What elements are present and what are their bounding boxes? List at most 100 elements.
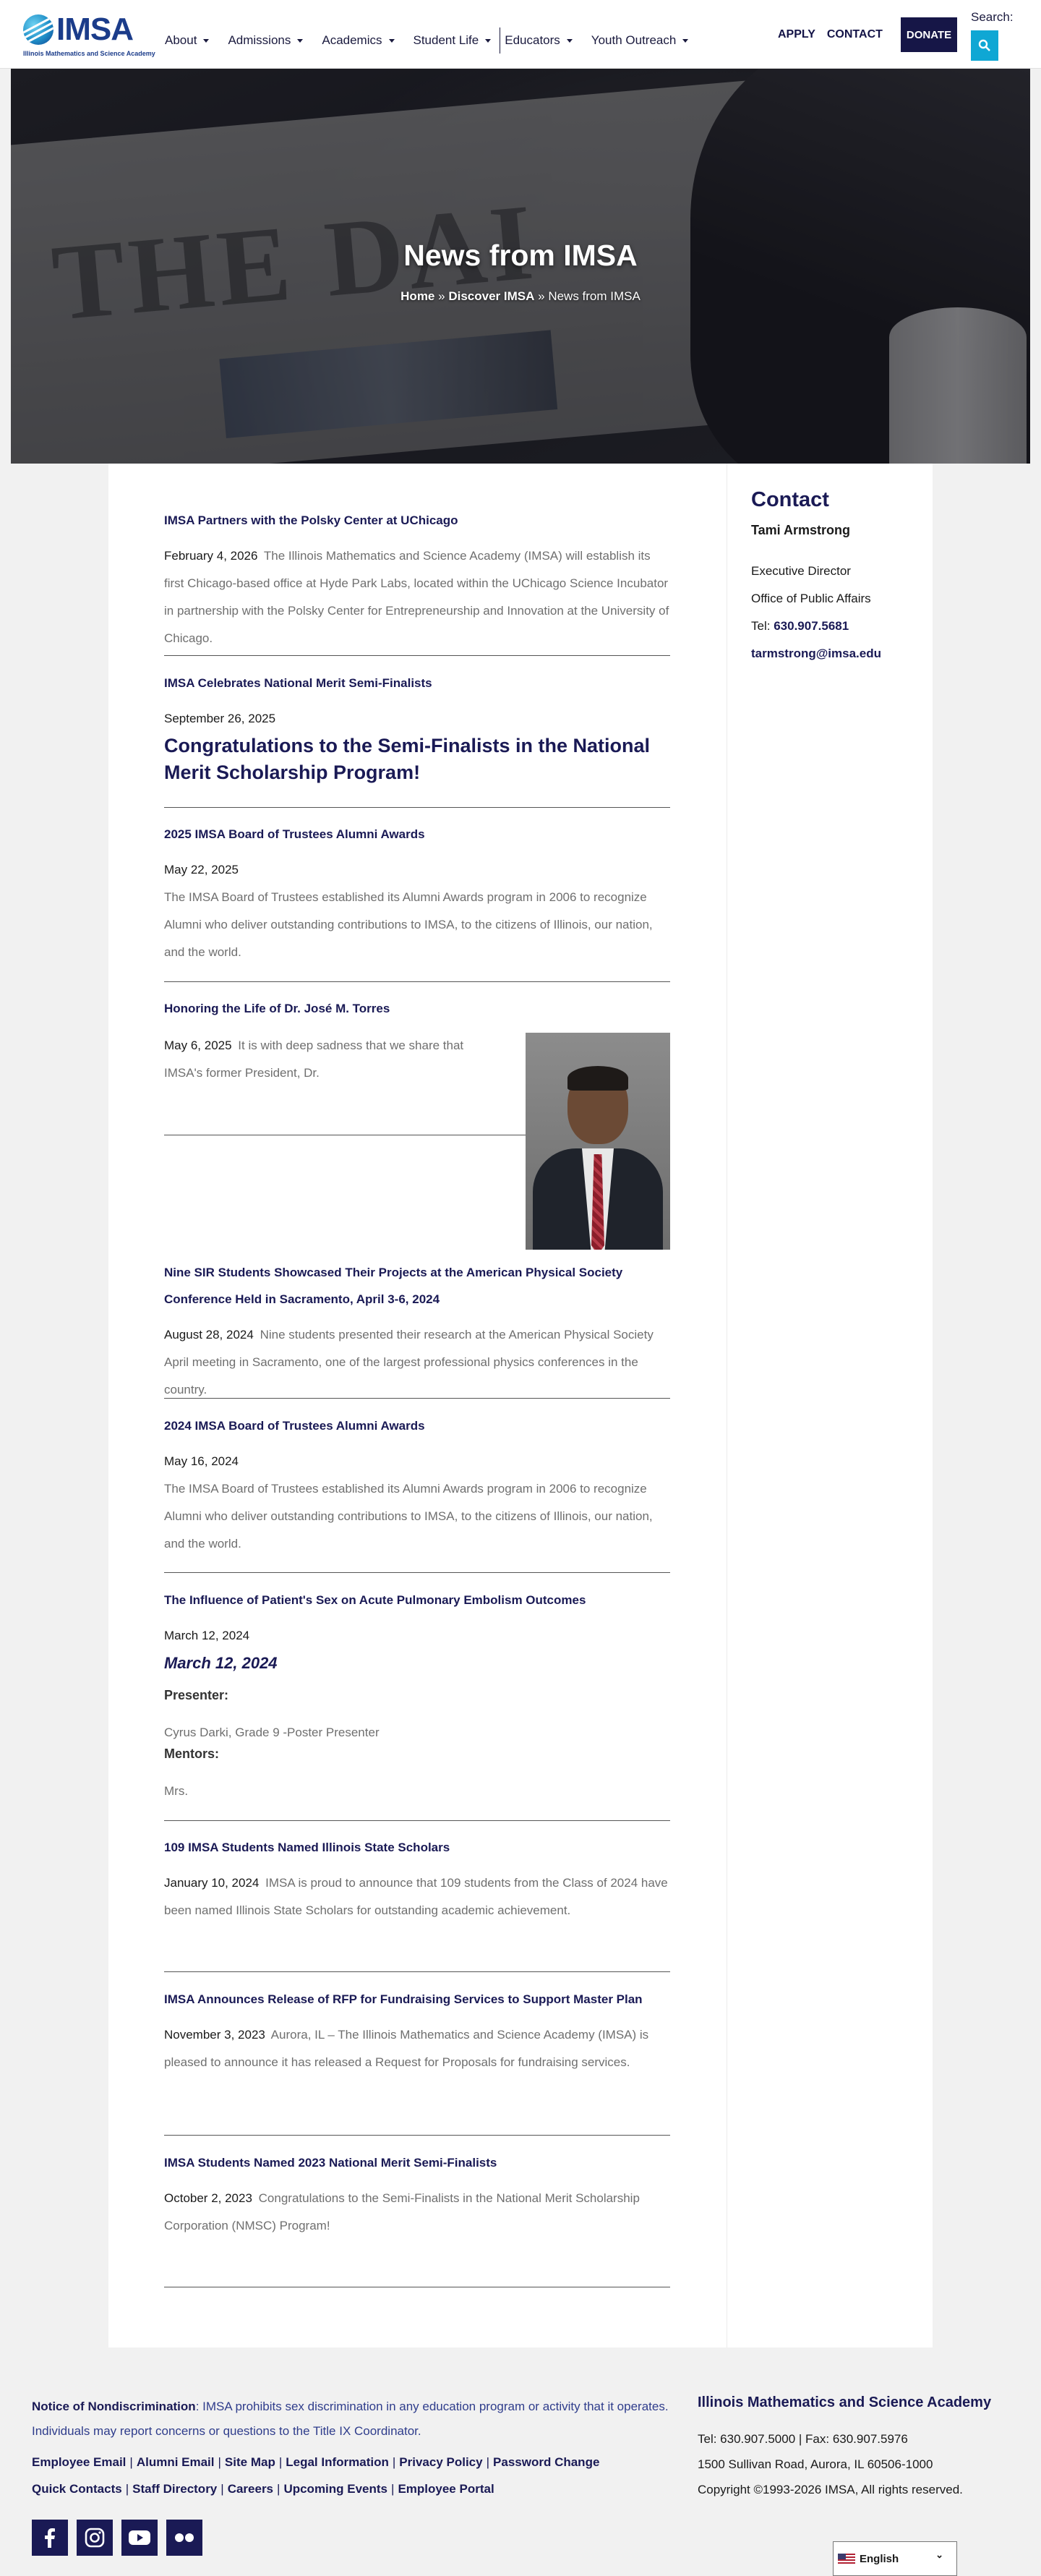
news-date: August 28, 2024 xyxy=(164,1328,254,1342)
contact-heading: Contact xyxy=(751,488,829,511)
news-item: 2025 IMSA Board of Trustees Alumni Award… xyxy=(164,821,670,966)
nav-admissions[interactable]: Admissions xyxy=(228,33,312,48)
news-date: May 6, 2025 xyxy=(164,1038,232,1052)
divider xyxy=(164,981,670,982)
chevron-down-icon: ⌄ xyxy=(935,2549,943,2560)
contact-sidebar: Contact Tami Armstrong Executive Directo… xyxy=(727,464,933,2347)
portrait-photo xyxy=(526,1033,670,1250)
news-excerpt: The IMSA Board of Trustees established i… xyxy=(164,890,653,959)
caret-down-icon xyxy=(682,38,689,43)
footer-link-quick-contacts[interactable]: Quick Contacts xyxy=(32,2482,122,2496)
contact-office: Office of Public Affairs xyxy=(751,592,871,605)
divider xyxy=(164,655,670,656)
news-excerpt: The IMSA Board of Trustees established i… xyxy=(164,1482,653,1551)
site-header: IMSA Illinois Mathematics and Science Ac… xyxy=(0,0,1041,69)
footer-link-legal-information[interactable]: Legal Information xyxy=(286,2455,389,2469)
mentors-name: Mrs. xyxy=(164,1784,189,1798)
imsa-logo[interactable]: IMSA Illinois Mathematics and Science Ac… xyxy=(23,10,158,57)
news-title-link[interactable]: 109 IMSA Students Named Illinois State S… xyxy=(164,1841,450,1854)
news-title-link[interactable]: IMSA Announces Release of RFP for Fundra… xyxy=(164,1992,643,2006)
divider xyxy=(164,807,670,808)
news-item: IMSA Celebrates National Merit Semi-Fina… xyxy=(164,670,670,786)
footer-address: 1500 Sullivan Road, Aurora, IL 60506-100… xyxy=(698,2457,933,2471)
news-item: Honoring the Life of Dr. José M. Torres xyxy=(164,995,670,1022)
news-item: 2024 IMSA Board of Trustees Alumni Award… xyxy=(164,1412,670,1558)
contact-role: Executive Director xyxy=(751,564,851,578)
news-list: IMSA Partners with the Polsky Center at … xyxy=(108,464,727,2347)
nav-educators[interactable]: Educators xyxy=(505,33,581,48)
news-item: IMSA Partners with the Polsky Center at … xyxy=(164,507,670,652)
news-date: November 3, 2023 xyxy=(164,2028,265,2042)
us-flag-icon xyxy=(838,2553,855,2564)
instagram-icon[interactable] xyxy=(77,2520,113,2556)
search-label: Search: xyxy=(971,10,1014,24)
breadcrumb-home[interactable]: Home xyxy=(400,289,434,303)
caret-down-icon xyxy=(203,38,210,43)
divider xyxy=(164,1971,670,1972)
news-item-body: May 6, 2025 It is with deep sadness that… xyxy=(164,1032,497,1087)
news-item: 109 IMSA Students Named Illinois State S… xyxy=(164,1834,670,1924)
contact-name: Tami Armstrong xyxy=(751,523,851,537)
breadcrumb: Home » Discover IMSA » News from IMSA xyxy=(400,289,641,303)
contact-link[interactable]: CONTACT xyxy=(827,28,883,41)
news-title-link[interactable]: 2025 IMSA Board of Trustees Alumni Award… xyxy=(164,827,425,841)
footer-link-employee-email[interactable]: Employee Email xyxy=(32,2455,126,2469)
news-title-link[interactable]: The Influence of Patient's Sex on Acute … xyxy=(164,1593,586,1607)
footer-link-password-change[interactable]: Password Change xyxy=(493,2455,599,2469)
news-title-link[interactable]: Honoring the Life of Dr. José M. Torres xyxy=(164,1002,390,1015)
news-date: March 12, 2024 xyxy=(164,1629,250,1642)
footer-link-employee-portal[interactable]: Employee Portal xyxy=(398,2482,494,2496)
news-date: October 2, 2023 xyxy=(164,2191,252,2205)
news-date: January 10, 2024 xyxy=(164,1876,260,1890)
caret-down-icon xyxy=(297,38,304,43)
footer-link-site-map[interactable]: Site Map xyxy=(225,2455,275,2469)
email-link[interactable]: tarmstrong@imsa.edu xyxy=(751,647,881,660)
footer-link-staff-directory[interactable]: Staff Directory xyxy=(132,2482,217,2496)
divider xyxy=(164,2135,670,2136)
apply-link[interactable]: APPLY xyxy=(778,28,815,41)
search-button[interactable] xyxy=(971,30,998,61)
news-title-link[interactable]: IMSA Partners with the Polsky Center at … xyxy=(164,513,458,527)
divider xyxy=(164,1398,670,1399)
news-date: February 4, 2026 xyxy=(164,549,258,563)
news-date: May 22, 2025 xyxy=(164,863,239,877)
phone-link[interactable]: 630.907.5681 xyxy=(774,619,849,633)
footer-phone-fax: Tel: 630.907.5000 | Fax: 630.907.5976 xyxy=(698,2432,908,2446)
flickr-icon[interactable] xyxy=(166,2520,202,2556)
facebook-icon[interactable] xyxy=(32,2520,68,2556)
hero-banner: THE DAI News from IMSA Home » Discover I… xyxy=(11,69,1030,464)
news-item: IMSA Students Named 2023 National Merit … xyxy=(164,2149,670,2240)
divider xyxy=(164,1820,670,1821)
news-title-link[interactable]: Nine SIR Students Showcased Their Projec… xyxy=(164,1266,622,1306)
news-date: May 16, 2024 xyxy=(164,1454,239,1468)
logo-globe-icon xyxy=(23,14,53,45)
breadcrumb-discover-imsa[interactable]: Discover IMSA xyxy=(448,289,534,303)
caret-down-icon xyxy=(388,38,395,43)
news-title-link[interactable]: IMSA Students Named 2023 National Merit … xyxy=(164,2156,497,2170)
footer-link-upcoming-events[interactable]: Upcoming Events xyxy=(283,2482,387,2496)
social-links xyxy=(32,2520,202,2556)
breadcrumb-current: News from IMSA xyxy=(548,289,641,303)
nav-academics[interactable]: Academics xyxy=(322,33,403,48)
nav-about[interactable]: About xyxy=(165,33,218,48)
news-headline: March 12, 2024 xyxy=(164,1654,278,1672)
footer-link-privacy-policy[interactable]: Privacy Policy xyxy=(399,2455,482,2469)
utility-links: APPLY CONTACT xyxy=(778,28,883,41)
news-title-link[interactable]: IMSA Celebrates National Merit Semi-Fina… xyxy=(164,676,432,690)
news-excerpt: The Illinois Mathematics and Science Aca… xyxy=(164,549,669,645)
footer-org-name: Illinois Mathematics and Science Academy xyxy=(698,2394,992,2410)
nav-youth-outreach[interactable]: Youth Outreach xyxy=(591,33,698,48)
logo-text: IMSA xyxy=(56,12,134,47)
news-item: The Influence of Patient's Sex on Acute … xyxy=(164,1587,670,1805)
nav-student-life[interactable]: Student Life xyxy=(414,33,500,48)
footer-link-alumni-email[interactable]: Alumni Email xyxy=(137,2455,215,2469)
page-title: News from IMSA xyxy=(403,239,638,272)
search-icon xyxy=(978,39,990,51)
youtube-icon[interactable] xyxy=(121,2520,158,2556)
footer-link-careers[interactable]: Careers xyxy=(228,2482,273,2496)
news-title-link[interactable]: 2024 IMSA Board of Trustees Alumni Award… xyxy=(164,1419,425,1433)
caret-down-icon xyxy=(485,38,492,43)
footer-links-row-1: Employee Email | Alumni Email | Site Map | Leg… xyxy=(32,2455,600,2469)
donate-button[interactable]: DONATE xyxy=(901,17,957,52)
language-selector[interactable]: English ⌄ xyxy=(833,2541,957,2576)
